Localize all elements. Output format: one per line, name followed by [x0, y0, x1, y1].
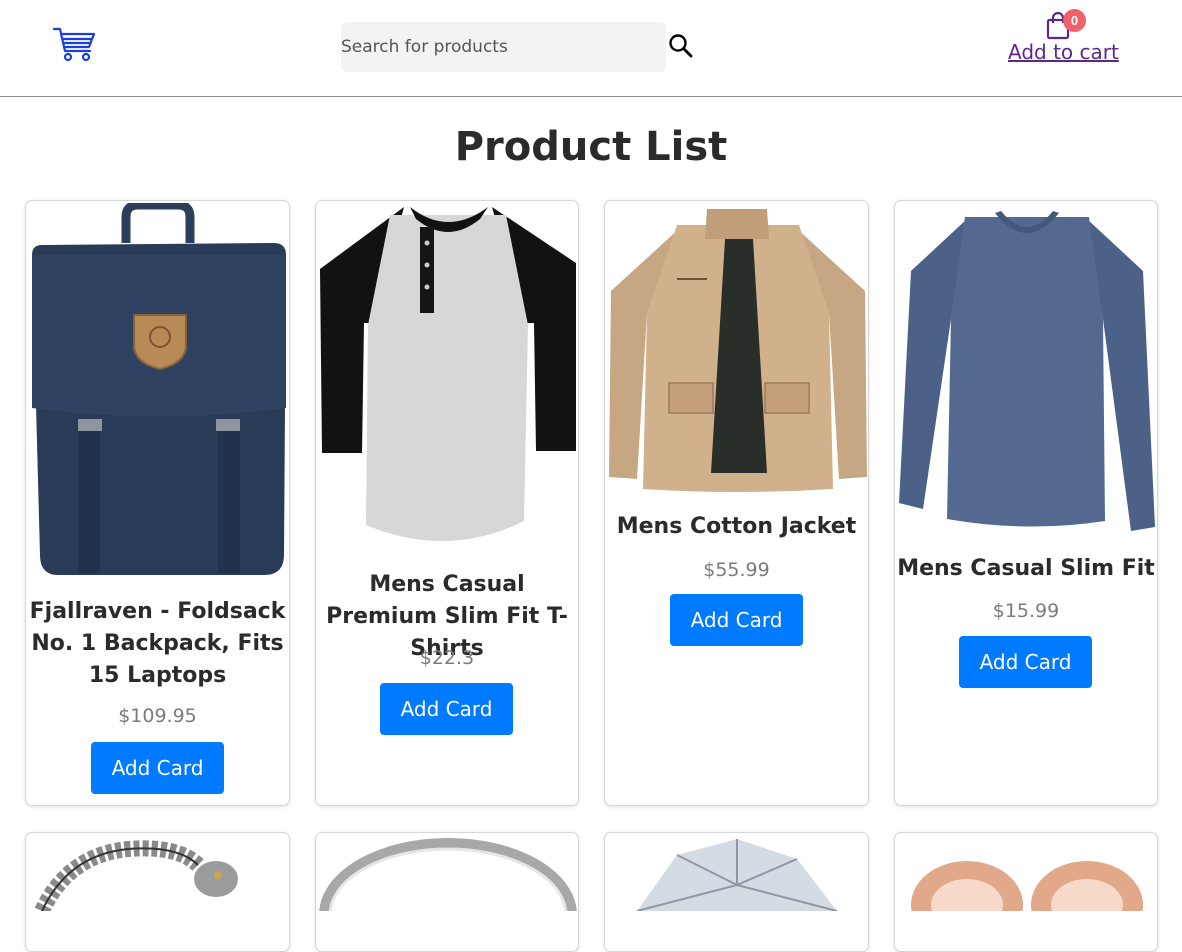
- cart-logo-icon[interactable]: [52, 26, 96, 62]
- site-header: 0 Add to cart: [0, 0, 1182, 97]
- product-card: [25, 832, 290, 952]
- product-image-jacket: [609, 209, 867, 492]
- product-price: $22.3: [419, 647, 475, 669]
- product-card: [604, 832, 869, 952]
- page-title: Product List: [454, 124, 728, 170]
- product-card: Mens Casual Premium Slim Fit T-Shirts $2…: [315, 200, 579, 806]
- add-card-button[interactable]: Add Card: [380, 683, 513, 735]
- product-card: Mens Cotton Jacket $55.99 Add Card: [604, 200, 869, 806]
- product-image-ring: [319, 838, 577, 911]
- product-image-backpack: [32, 203, 286, 575]
- product-title: Mens Cotton Jacket: [616, 514, 857, 539]
- cart-area[interactable]: 0 Add to cart: [1008, 8, 1119, 68]
- cart-count-badge: 0: [1063, 9, 1086, 32]
- product-price: $109.95: [118, 705, 197, 727]
- product-image-tshirt: [320, 207, 576, 542]
- add-card-button[interactable]: Add Card: [959, 636, 1092, 688]
- add-card-button[interactable]: Add Card: [91, 742, 224, 794]
- search-input[interactable]: [341, 22, 666, 72]
- product-image-bracelet: [34, 840, 238, 911]
- product-title: Fjallraven - Foldsack No. 1 Backpack, Fi…: [29, 599, 286, 688]
- product-image-slim-fit: [899, 211, 1155, 531]
- product-image-earrings: [911, 861, 1143, 911]
- product-card: Fjallraven - Foldsack No. 1 Backpack, Fi…: [25, 200, 290, 806]
- product-image-diamond-ring: [636, 839, 838, 911]
- add-to-cart-link[interactable]: Add to cart: [1008, 40, 1119, 64]
- product-card: [894, 832, 1158, 952]
- product-price: $55.99: [703, 559, 770, 581]
- product-card: [315, 832, 579, 952]
- product-card: Mens Casual Slim Fit $15.99 Add Card: [894, 200, 1158, 806]
- search-icon[interactable]: [668, 33, 694, 59]
- product-title: Mens Casual Slim Fit: [897, 556, 1155, 581]
- add-card-button[interactable]: Add Card: [670, 594, 803, 646]
- product-price: $15.99: [992, 600, 1060, 622]
